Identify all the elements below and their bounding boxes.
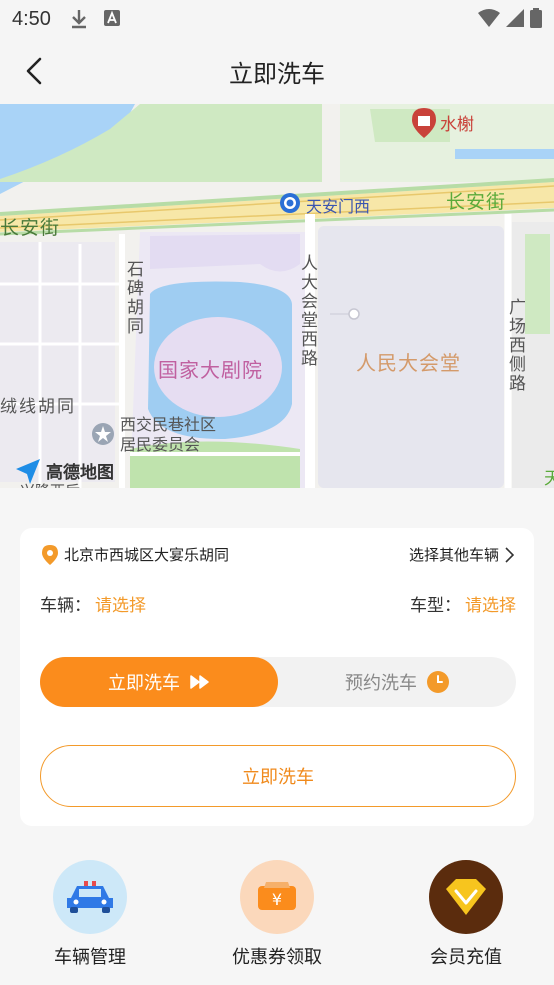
- tab-wash-now[interactable]: 立即洗车: [40, 657, 278, 707]
- map-label-changan-right: 长安街: [446, 191, 507, 213]
- map-label-renda-road: 人大会堂西路: [297, 254, 317, 368]
- map-label-community-line2: 居民委员会: [120, 435, 201, 454]
- map-label-tiananmen-west: 天安门西: [306, 197, 371, 216]
- map-label-cut-bottom: 兴隆西后: [20, 480, 80, 488]
- map-label-changan-left: 长安街: [0, 217, 61, 239]
- map-label-shuixie: 水榭: [440, 115, 474, 135]
- clock-icon: [427, 671, 449, 693]
- location-row: 北京市西城区大宴乐胡同: [42, 544, 229, 565]
- coupon-icon: ¥: [240, 860, 314, 934]
- wash-mode-toggle: 立即洗车 预约洗车: [40, 657, 516, 707]
- vehicle-select[interactable]: 车辆： 请选择: [40, 591, 146, 616]
- car-icon: [53, 860, 127, 934]
- wash-now-button[interactable]: 立即洗车: [40, 745, 516, 807]
- map-label-community-line1: 西交民巷社区: [120, 415, 217, 434]
- status-time: 4:50: [12, 8, 51, 30]
- select-other-vehicle-label: 选择其他车辆: [408, 546, 499, 564]
- wifi-icon: [478, 9, 500, 31]
- fast-forward-icon: [190, 675, 209, 689]
- status-bar: 4:50: [0, 0, 554, 38]
- quick-coupon-label: 优惠券领取: [232, 947, 322, 968]
- quick-member-recharge-label: 会员充值: [430, 947, 502, 968]
- vehicle-type-select[interactable]: 车型： 请选择: [410, 591, 516, 616]
- location-pin-icon: [42, 544, 58, 565]
- svg-text:¥: ¥: [272, 890, 282, 909]
- page-title: 立即洗车: [229, 60, 325, 88]
- signal-icon: [506, 9, 524, 31]
- vehicle-type-value[interactable]: 请选择: [465, 596, 516, 616]
- map-canvas: [0, 104, 554, 488]
- header: 立即洗车: [0, 38, 554, 104]
- tab-schedule-wash[interactable]: 预约洗车: [278, 657, 516, 707]
- battery-icon: [530, 8, 542, 32]
- status-icons: [478, 8, 542, 32]
- tab-wash-now-label: 立即洗车: [108, 673, 180, 694]
- tab-schedule-wash-label: 预约洗车: [345, 673, 417, 694]
- map-label-guangchang: 广场西侧路: [505, 298, 525, 393]
- map-label-shibei: 石碑胡同: [123, 260, 143, 336]
- map-label-grand-theatre: 国家大剧院: [158, 358, 263, 382]
- app-notification-icon: [104, 10, 120, 30]
- map-label-hutong: 绒线胡同: [0, 397, 76, 417]
- select-other-vehicle[interactable]: 选择其他车辆: [409, 544, 514, 565]
- map-label-great-hall: 人民大会堂: [356, 351, 461, 375]
- wash-card: 北京市西城区大宴乐胡同 选择其他车辆 车辆： 请选择 车型： 请选择 立即洗车 预约…: [20, 528, 534, 826]
- map-view[interactable]: 水榭 天安门西 长安街 长安街 石碑胡同 人大会堂西路 广场西侧路 国家大剧院 …: [0, 104, 554, 488]
- vehicle-label: 车辆：: [40, 596, 91, 616]
- location-text: 北京市西城区大宴乐胡同: [64, 546, 230, 564]
- quick-vehicle-management[interactable]: 车辆管理: [20, 860, 160, 969]
- download-icon: [70, 9, 88, 33]
- quick-vehicle-management-label: 车辆管理: [54, 947, 126, 968]
- map-label-community: 西交民巷社区 居民委员会: [120, 415, 216, 455]
- map-label-cut-right: 天: [544, 469, 554, 488]
- quick-member-recharge[interactable]: 会员充值: [396, 860, 536, 969]
- diamond-icon: [429, 860, 503, 934]
- vehicle-value[interactable]: 请选择: [95, 596, 146, 616]
- vehicle-type-label: 车型：: [410, 596, 461, 616]
- chevron-right-icon: [505, 546, 514, 563]
- quick-coupon[interactable]: ¥ 优惠券领取: [207, 860, 347, 969]
